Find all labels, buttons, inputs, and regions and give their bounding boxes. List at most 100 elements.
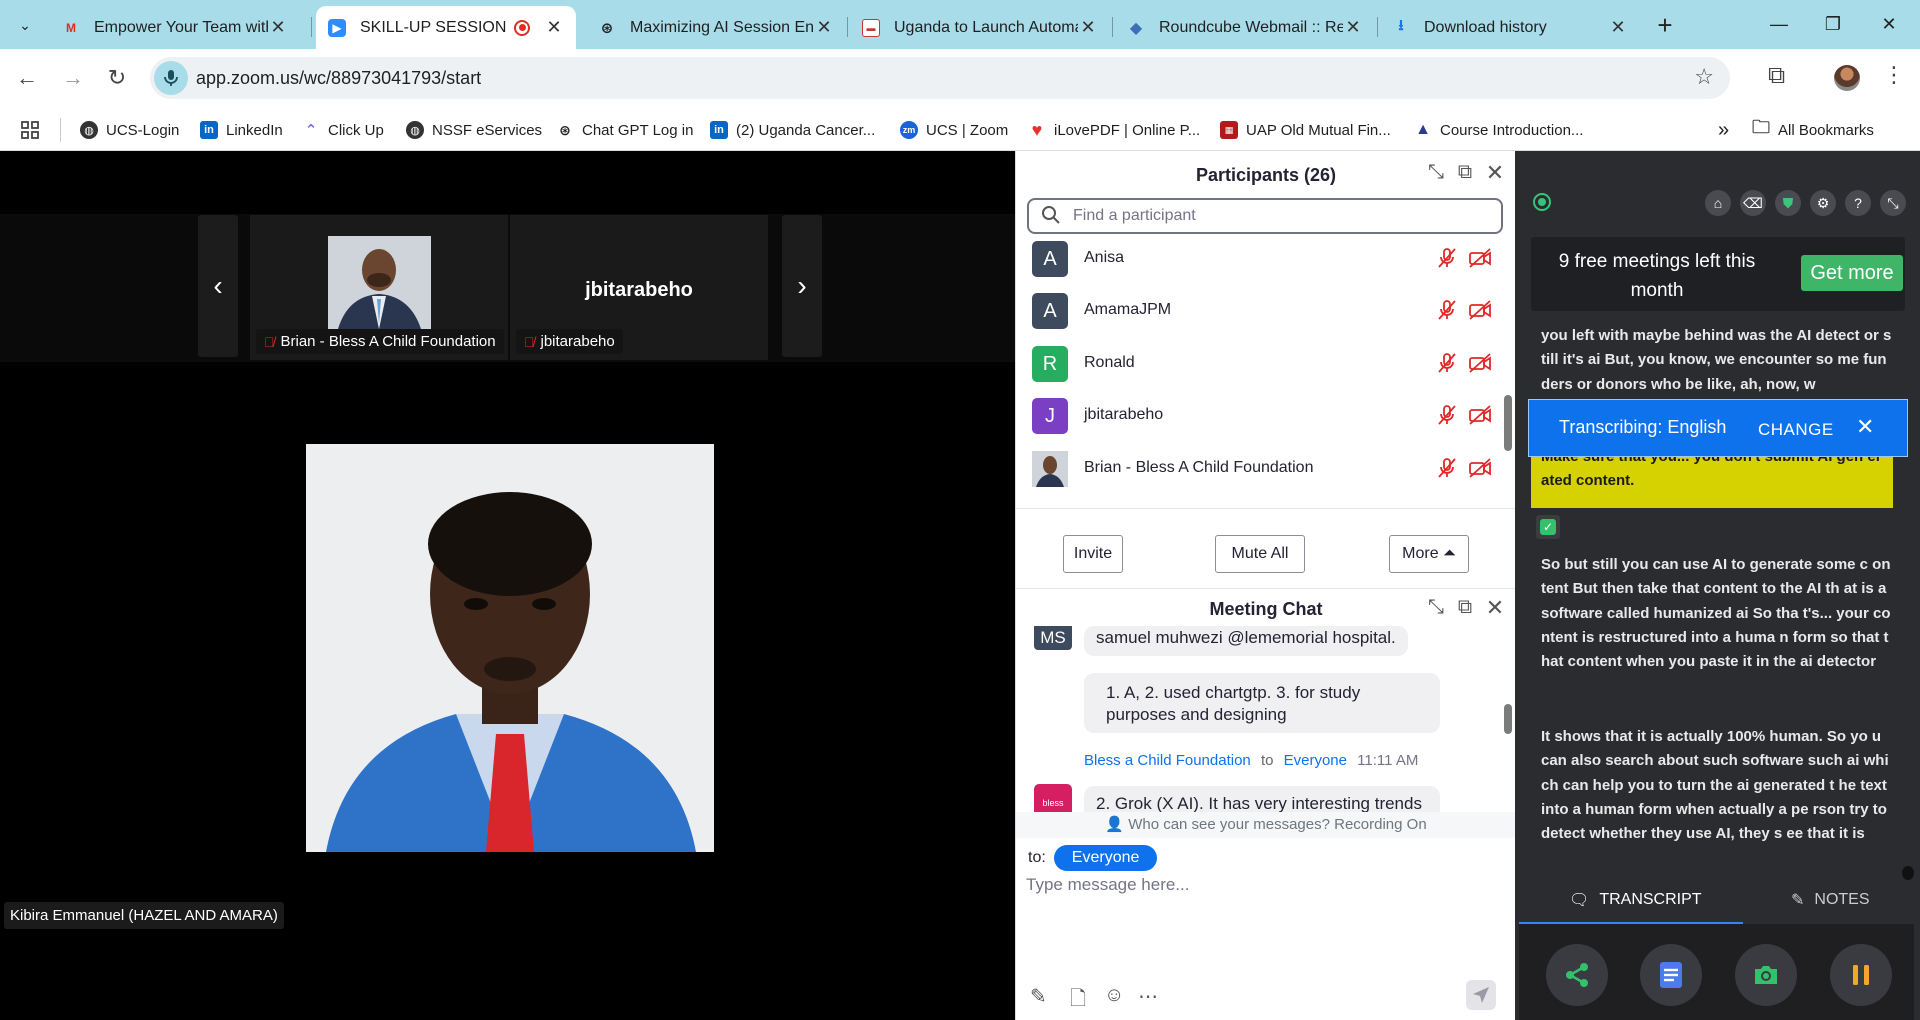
bookmark-ucs-zoom[interactable]: zm UCS | Zoom bbox=[900, 116, 1008, 144]
popout-icon[interactable]: ⧉ bbox=[1453, 161, 1477, 184]
mic-muted-icon[interactable] bbox=[1436, 299, 1458, 326]
collapse-icon[interactable]: ⤡ bbox=[1424, 161, 1448, 184]
participant-row[interactable]: Brian - Bless A Child Foundation bbox=[1016, 443, 1506, 495]
close-icon[interactable]: ✕ bbox=[814, 17, 834, 38]
home-icon[interactable]: ⌂ bbox=[1705, 190, 1731, 216]
close-icon[interactable]: ✕ bbox=[1856, 414, 1874, 440]
participant-row[interactable]: A AmamaJPM bbox=[1016, 285, 1506, 337]
bookmark-uganda-cancer[interactable]: in (2) Uganda Cancer... bbox=[710, 116, 875, 144]
address-bar[interactable]: app.zoom.us/wc/88973041793/start ☆ bbox=[150, 57, 1730, 99]
bookmarks-overflow-icon[interactable]: » bbox=[1718, 116, 1729, 144]
change-language-button[interactable]: CHANGE bbox=[1758, 420, 1834, 440]
apps-grid-icon[interactable] bbox=[20, 116, 40, 144]
minimize-button[interactable]: — bbox=[1756, 8, 1802, 40]
pause-button[interactable] bbox=[1830, 944, 1892, 1006]
new-tab-button[interactable]: + bbox=[1650, 10, 1680, 40]
microphone-icon[interactable] bbox=[154, 61, 188, 95]
tab-chatgpt[interactable]: ⊛ Maximizing AI Session Eng ✕ bbox=[586, 6, 846, 49]
video-off-icon[interactable] bbox=[1468, 352, 1492, 379]
mic-muted-icon[interactable] bbox=[1436, 352, 1458, 379]
bookmark-ucs-login[interactable]: ◍ UCS-Login bbox=[80, 116, 179, 144]
video-off-icon[interactable] bbox=[1468, 299, 1492, 326]
close-icon[interactable]: ✕ bbox=[1483, 595, 1507, 621]
close-icon[interactable]: ✕ bbox=[1608, 17, 1628, 38]
extensions-puzzle-icon[interactable]: ⧉ bbox=[1768, 62, 1785, 90]
gallery-prev-button[interactable]: ‹ bbox=[198, 215, 238, 357]
mic-muted-icon[interactable] bbox=[1436, 457, 1458, 484]
emoji-icon[interactable]: ☺ bbox=[1104, 984, 1124, 1007]
mic-muted-icon[interactable] bbox=[1436, 404, 1458, 431]
participant-row[interactable]: R Ronald bbox=[1016, 338, 1506, 390]
share-button[interactable] bbox=[1546, 944, 1608, 1006]
reload-button[interactable]: ↻ bbox=[100, 61, 134, 95]
back-button[interactable]: ← bbox=[10, 61, 44, 95]
more-button[interactable]: More ⏶ bbox=[1389, 535, 1469, 573]
video-off-icon[interactable] bbox=[1468, 247, 1492, 274]
tab-zoom-session[interactable]: ▶ SKILL-UP SESSION ✕ bbox=[316, 6, 576, 49]
gear-icon[interactable]: ⚙ bbox=[1810, 190, 1836, 216]
video-off-icon[interactable] bbox=[1468, 404, 1492, 431]
participant-nametag: 🎙̸ jbitarabeho bbox=[516, 329, 623, 354]
chat-input[interactable]: Type message here... bbox=[1026, 875, 1189, 895]
bookmark-star-icon[interactable]: ☆ bbox=[1694, 64, 1714, 90]
bookmark-linkedin[interactable]: in LinkedIn bbox=[200, 116, 283, 144]
tab-downloads[interactable]: ⭳ Download history ✕ bbox=[1380, 6, 1640, 49]
participant-row[interactable]: A Anisa bbox=[1016, 233, 1506, 285]
screenshot-button[interactable] bbox=[1735, 944, 1797, 1006]
tab-divider bbox=[847, 17, 848, 37]
participant-row[interactable]: Jjbitarabeho bbox=[1016, 390, 1506, 442]
send-button[interactable] bbox=[1466, 980, 1496, 1010]
profile-avatar[interactable] bbox=[1834, 65, 1860, 91]
chat-scrollbar[interactable] bbox=[1504, 704, 1512, 734]
chat-recipient[interactable]: Everyone bbox=[1284, 752, 1347, 769]
close-icon[interactable]: ✕ bbox=[544, 17, 564, 38]
collapse-icon[interactable]: ⤡ bbox=[1880, 190, 1906, 216]
tab-transcript[interactable]: 🗨 TRANSCRIPT bbox=[1569, 890, 1702, 910]
free-meetings-text: 9 free meetings left this month bbox=[1558, 251, 1756, 301]
tab-news[interactable]: ▬ Uganda to Launch Automa ✕ bbox=[850, 6, 1110, 49]
close-icon[interactable]: ✕ bbox=[1078, 17, 1098, 38]
participant-list-scrollbar[interactable] bbox=[1504, 395, 1512, 451]
gallery-next-button[interactable]: › bbox=[782, 215, 822, 357]
bookmark-uap[interactable]: ▦ UAP Old Mutual Fin... bbox=[1220, 116, 1391, 144]
tab-search-button[interactable]: ⌄ bbox=[10, 10, 40, 40]
tab-roundcube[interactable]: ◆ Roundcube Webmail :: Re ✕ bbox=[1115, 6, 1375, 49]
bookmark-nssf[interactable]: ◍ NSSF eServices bbox=[406, 116, 542, 144]
mic-muted-icon: 🎙̸ bbox=[524, 333, 535, 350]
all-bookmarks-folder[interactable]: 🗀 All Bookmarks bbox=[1752, 116, 1874, 144]
mute-all-button[interactable]: Mute All bbox=[1215, 535, 1305, 573]
help-icon[interactable]: ? bbox=[1845, 190, 1871, 216]
video-tile-jbitarabeho[interactable]: jbitarabeho 🎙̸ jbitarabeho bbox=[510, 215, 768, 360]
document-button[interactable] bbox=[1640, 944, 1702, 1006]
forward-button[interactable]: → bbox=[56, 61, 90, 95]
close-icon[interactable]: ✕ bbox=[1343, 17, 1363, 38]
eraser-icon[interactable]: ⌫ bbox=[1740, 190, 1766, 216]
get-more-button[interactable]: Get more bbox=[1801, 255, 1903, 291]
shield-icon[interactable]: ⛊ bbox=[1775, 190, 1801, 216]
format-text-icon[interactable]: ✎ bbox=[1030, 984, 1047, 1009]
chat-sender[interactable]: Bless a Child Foundation bbox=[1084, 752, 1251, 769]
popout-icon[interactable]: ⧉ bbox=[1453, 596, 1477, 619]
video-off-icon[interactable] bbox=[1468, 457, 1492, 484]
tab-gmail[interactable]: M Empower Your Team with L ✕ bbox=[50, 6, 300, 49]
close-icon[interactable]: ✕ bbox=[268, 17, 288, 38]
recipient-select[interactable]: Everyone bbox=[1053, 845, 1158, 871]
close-window-button[interactable]: ✕ bbox=[1866, 8, 1912, 40]
message-visibility-notice[interactable]: 👤 Who can see your messages? Recording O… bbox=[1016, 812, 1516, 838]
bookmark-clickup[interactable]: ⌃ Click Up bbox=[302, 116, 384, 144]
kebab-menu-icon[interactable]: ⋮ bbox=[1883, 62, 1905, 88]
file-icon[interactable]: 🗋 bbox=[1070, 984, 1086, 1018]
highlight-checkbox[interactable]: ✓ bbox=[1536, 515, 1560, 539]
restore-button[interactable]: ❐ bbox=[1810, 8, 1856, 40]
participant-search-input[interactable]: Find a participant bbox=[1027, 198, 1503, 234]
bookmark-ilovepdf[interactable]: ♥ iLovePDF | Online P... bbox=[1028, 116, 1200, 144]
invite-button[interactable]: Invite bbox=[1063, 535, 1123, 573]
more-options-icon[interactable]: ⋯ bbox=[1138, 984, 1158, 1009]
close-icon[interactable]: ✕ bbox=[1483, 160, 1507, 186]
bookmark-course[interactable]: ▲ Course Introduction... bbox=[1414, 116, 1583, 144]
bookmark-chatgpt[interactable]: ⊛ Chat GPT Log in bbox=[556, 116, 693, 144]
tab-notes[interactable]: ✎ NOTES bbox=[1791, 890, 1870, 910]
mic-muted-icon[interactable] bbox=[1436, 247, 1458, 274]
screen: ⌄ M Empower Your Team with L ✕ ▶ SKILL-U… bbox=[0, 0, 1920, 1020]
collapse-icon[interactable]: ⤡ bbox=[1424, 596, 1448, 619]
